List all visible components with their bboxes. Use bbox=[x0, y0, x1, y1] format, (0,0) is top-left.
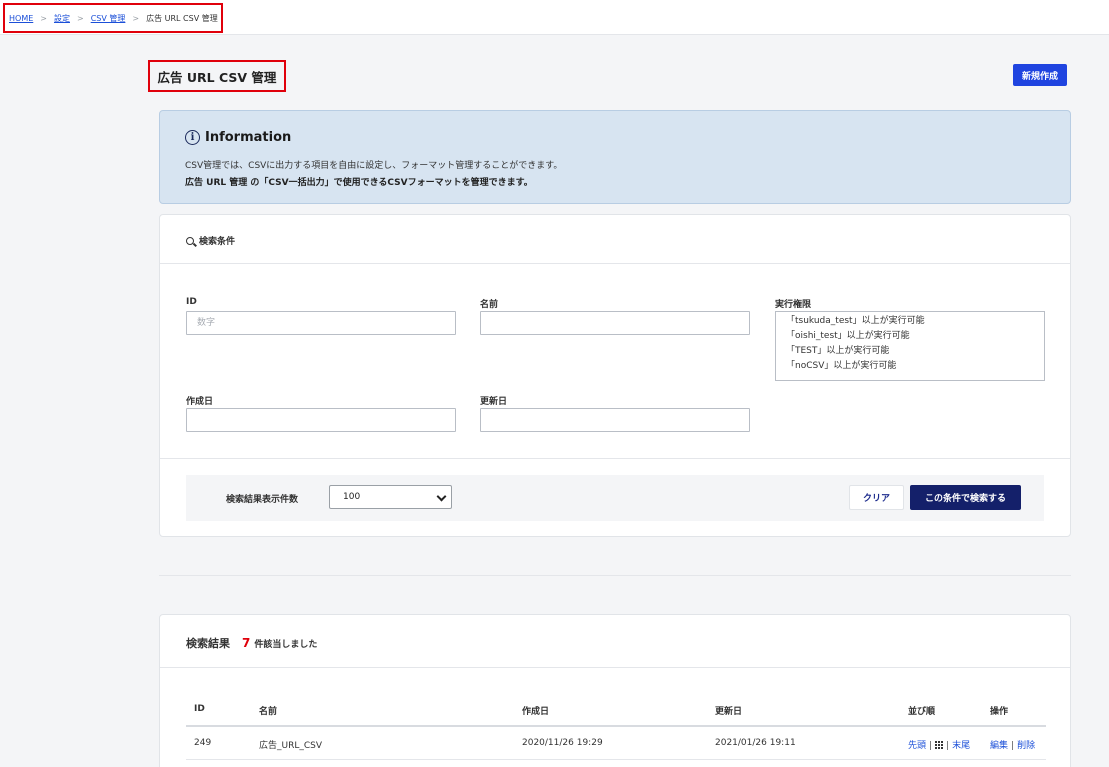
cell-updated: 2021/01/26 19:11 bbox=[715, 738, 796, 748]
breadcrumb-separator: > bbox=[132, 13, 140, 23]
created-date-input[interactable] bbox=[186, 408, 456, 432]
pipe-separator: | bbox=[1011, 741, 1015, 751]
new-create-button[interactable]: 新規作成 bbox=[1013, 64, 1067, 86]
result-count-value: 100 bbox=[343, 492, 361, 502]
cell-id: 249 bbox=[194, 738, 212, 748]
result-count-label: 検索結果表示件数 bbox=[226, 495, 299, 505]
drag-handle-grid-icon[interactable] bbox=[935, 741, 944, 749]
divider bbox=[160, 458, 1070, 459]
permission-option[interactable]: 「TEST」以上が実行可能 bbox=[776, 344, 1044, 359]
column-header-name: 名前 bbox=[259, 707, 278, 717]
top-bar: HOME > 設定 > CSV 管理 > 広告 URL CSV 管理 bbox=[0, 0, 1109, 35]
pipe-separator: | bbox=[946, 741, 950, 751]
search-footer: 検索結果表示件数 100 クリア この条件で検索する bbox=[186, 475, 1044, 521]
name-label: 名前 bbox=[480, 300, 499, 310]
clear-button[interactable]: クリア bbox=[849, 485, 904, 510]
results-header: 検索結果 7 件該当しました bbox=[186, 635, 317, 651]
divider bbox=[160, 667, 1070, 668]
permission-option[interactable]: 「tsukuda_test」以上が実行可能 bbox=[776, 314, 1044, 329]
move-last-link[interactable]: 末尾 bbox=[952, 741, 970, 751]
name-input[interactable] bbox=[480, 311, 750, 335]
information-text: CSV管理では、CSVに出力する項目を自由に設定し、フォーマット管理することがで… bbox=[185, 161, 563, 171]
results-title: 検索結果 bbox=[186, 637, 230, 650]
table-header-divider bbox=[186, 725, 1046, 727]
created-label: 作成日 bbox=[186, 397, 214, 407]
permission-option[interactable]: 「oishi_test」以上が実行可能 bbox=[776, 329, 1044, 344]
permission-label: 実行権限 bbox=[775, 300, 812, 310]
search-title: 検索条件 bbox=[199, 237, 236, 247]
result-count-select[interactable]: 100 bbox=[329, 485, 452, 509]
breadcrumb: HOME > 設定 > CSV 管理 > 広告 URL CSV 管理 bbox=[3, 3, 223, 33]
information-panel: i Information CSV管理では、CSVに出力する項目を自由に設定し、… bbox=[159, 110, 1071, 204]
search-submit-button[interactable]: この条件で検索する bbox=[910, 485, 1021, 510]
information-header: i Information bbox=[185, 130, 291, 145]
permission-option[interactable]: 「noCSV」以上が実行可能 bbox=[776, 359, 1044, 374]
info-icon: i bbox=[185, 130, 200, 145]
information-text-bold: 広告 URL 管理 の「CSV一括出力」で使用できるCSVフォーマットを管理でき… bbox=[185, 178, 533, 188]
updated-label: 更新日 bbox=[480, 397, 508, 407]
updated-date-input[interactable] bbox=[480, 408, 750, 432]
column-header-updated: 更新日 bbox=[715, 707, 743, 717]
breadcrumb-csv-link[interactable]: CSV 管理 bbox=[91, 13, 126, 24]
column-header-created: 作成日 bbox=[522, 707, 550, 717]
results-panel: 検索結果 7 件該当しました ID 名前 作成日 更新日 並び順 操作 249 … bbox=[159, 614, 1071, 767]
search-icon bbox=[186, 236, 194, 245]
id-input[interactable] bbox=[186, 311, 456, 335]
section-divider bbox=[159, 575, 1071, 576]
column-header-id: ID bbox=[194, 704, 205, 714]
chevron-down-icon bbox=[436, 491, 447, 502]
column-header-order: 並び順 bbox=[908, 707, 936, 717]
breadcrumb-home-link[interactable]: HOME bbox=[9, 14, 33, 23]
search-panel: 検索条件 ID 名前 実行権限 「tsukuda_test」以上が実行可能 「o… bbox=[159, 214, 1071, 537]
delete-link[interactable]: 削除 bbox=[1017, 741, 1035, 751]
breadcrumb-separator: > bbox=[40, 13, 47, 23]
move-first-link[interactable]: 先頭 bbox=[908, 741, 926, 751]
breadcrumb-current: 広告 URL CSV 管理 bbox=[146, 13, 218, 23]
results-count: 7 bbox=[242, 636, 251, 650]
permission-multiselect[interactable]: 「tsukuda_test」以上が実行可能 「oishi_test」以上が実行可… bbox=[775, 311, 1045, 381]
id-label: ID bbox=[186, 297, 197, 307]
cell-actions: 編集 | 削除 bbox=[990, 738, 1035, 751]
edit-link[interactable]: 編集 bbox=[990, 741, 1008, 751]
permission-options: 「tsukuda_test」以上が実行可能 「oishi_test」以上が実行可… bbox=[776, 314, 1044, 374]
page-title: 広告 URL CSV 管理 bbox=[157, 69, 277, 85]
breadcrumb-settings-link[interactable]: 設定 bbox=[54, 13, 70, 24]
cell-created: 2020/11/26 19:29 bbox=[522, 738, 603, 748]
divider bbox=[160, 263, 1070, 264]
breadcrumb-separator: > bbox=[76, 13, 84, 23]
cell-order: 先頭 | | 末尾 bbox=[908, 738, 970, 751]
page-title-highlight: 広告 URL CSV 管理 bbox=[148, 60, 286, 92]
pipe-separator: | bbox=[929, 741, 933, 751]
results-count-suffix: 件該当しました bbox=[254, 640, 318, 650]
column-header-actions: 操作 bbox=[990, 707, 1009, 717]
information-title: Information bbox=[205, 130, 292, 145]
table-row-divider bbox=[186, 759, 1046, 760]
cell-name: 広告_URL_CSV bbox=[259, 741, 323, 751]
search-header: 検索条件 bbox=[186, 234, 235, 247]
